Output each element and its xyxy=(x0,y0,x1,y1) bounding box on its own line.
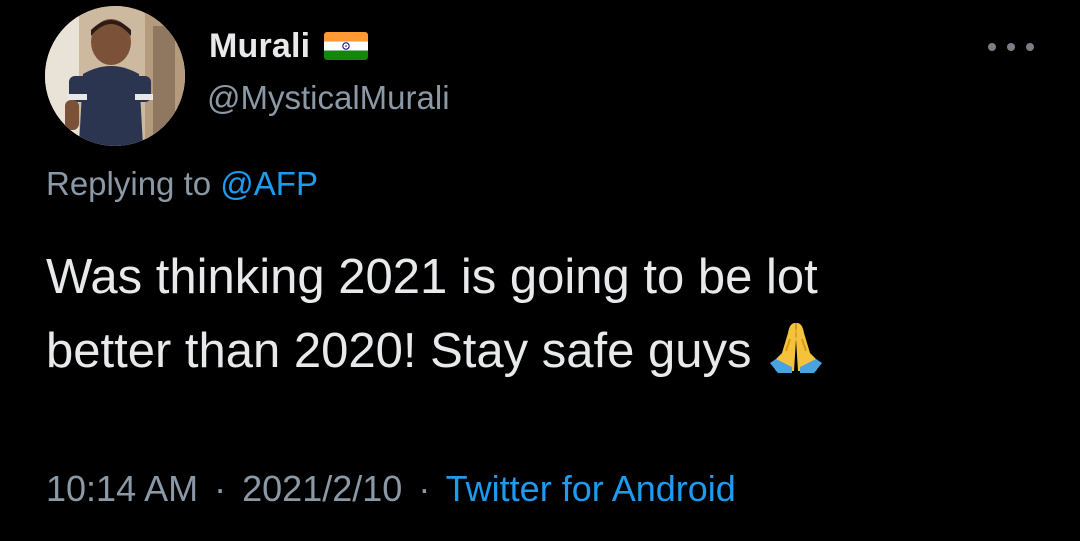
tweet-text-line: Was thinking 2021 is going to be lot xyxy=(46,250,818,304)
replying-to: Replying to @AFP xyxy=(46,165,318,203)
meta-separator: · xyxy=(214,468,227,509)
replying-prefix: Replying to xyxy=(46,165,212,202)
tweet-text: Was thinking 2021 is going to be lot bet… xyxy=(46,240,1046,396)
more-dot xyxy=(988,43,996,51)
india-flag-icon xyxy=(324,32,369,60)
tweet-meta: 10:14 AM · 2021/2/10 · Twitter for Andro… xyxy=(46,468,736,510)
tweet-card: Murali @MysticalMurali Replying to @AFP … xyxy=(0,0,1080,541)
folded-hands-emoji xyxy=(764,319,828,396)
display-name[interactable]: Murali xyxy=(209,27,310,66)
tweet-text-line: better than 2020! Stay safe guys xyxy=(46,324,752,378)
tweet-date[interactable]: 2021/2/10 xyxy=(242,468,402,509)
more-dot xyxy=(1007,43,1015,51)
more-options-icon[interactable] xyxy=(988,34,1034,60)
tweet-time[interactable]: 10:14 AM xyxy=(46,468,198,509)
tweet-text-line-2: better than 2020! Stay safe guys xyxy=(46,314,1046,396)
avatar[interactable] xyxy=(45,6,185,146)
tweet-source-link[interactable]: Twitter for Android xyxy=(446,468,736,509)
reply-mention-link[interactable]: @AFP xyxy=(220,165,318,202)
avatar-photo xyxy=(45,6,185,146)
meta-separator: · xyxy=(418,468,431,509)
more-dot xyxy=(1026,43,1034,51)
user-handle[interactable]: @MysticalMurali xyxy=(207,79,450,117)
display-name-row: Murali xyxy=(209,24,369,68)
